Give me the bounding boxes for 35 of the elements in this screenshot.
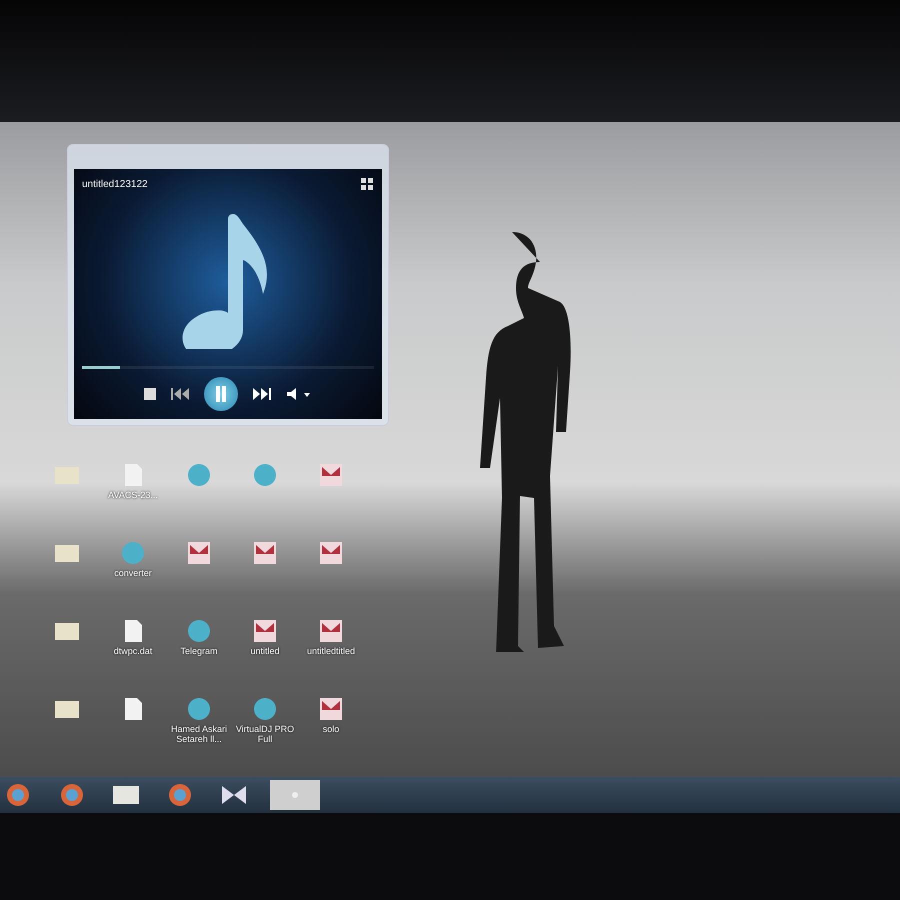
globe-icon bbox=[59, 782, 85, 808]
bowtie-icon bbox=[220, 784, 248, 806]
folder-icon bbox=[112, 784, 140, 806]
previous-button[interactable] bbox=[170, 388, 190, 400]
grid-icon[interactable] bbox=[360, 177, 374, 191]
app-icon[interactable] bbox=[251, 696, 279, 722]
next-icon bbox=[252, 388, 272, 400]
pause-icon bbox=[214, 386, 228, 402]
audio-file-icon[interactable] bbox=[251, 540, 279, 566]
icon-label[interactable]: VirtualDJ PRO Full bbox=[232, 725, 298, 745]
app-icon[interactable] bbox=[185, 696, 213, 722]
stop-icon bbox=[144, 388, 156, 400]
icon-label[interactable]: Hamed Askari Setareh ll... bbox=[166, 725, 232, 745]
icon-label[interactable]: converter bbox=[114, 569, 152, 579]
globe-icon bbox=[167, 782, 193, 808]
icon-label[interactable]: untitledtitled bbox=[306, 647, 356, 657]
audio-file-icon[interactable] bbox=[185, 540, 213, 566]
icon-label[interactable]: dtwpc.dat bbox=[114, 647, 152, 657]
audio-file-icon[interactable] bbox=[317, 618, 345, 644]
audio-file-icon[interactable] bbox=[251, 618, 279, 644]
previous-icon bbox=[170, 388, 190, 400]
dot-icon bbox=[291, 791, 299, 799]
volume-icon bbox=[286, 388, 312, 400]
icon-label[interactable]: Telegram bbox=[180, 647, 218, 657]
volume-button[interactable] bbox=[286, 388, 312, 400]
audio-file-icon[interactable] bbox=[317, 540, 345, 566]
globe-icon bbox=[5, 782, 31, 808]
audio-file-icon[interactable] bbox=[317, 696, 345, 722]
audio-file-icon[interactable] bbox=[317, 462, 345, 488]
next-button[interactable] bbox=[252, 388, 272, 400]
app-icon[interactable] bbox=[185, 618, 213, 644]
pause-button[interactable] bbox=[204, 377, 238, 411]
icon-label[interactable]: untitled bbox=[250, 647, 280, 657]
media-title: untitled123122 bbox=[82, 178, 148, 190]
icon-label[interactable]: solo bbox=[322, 725, 340, 735]
